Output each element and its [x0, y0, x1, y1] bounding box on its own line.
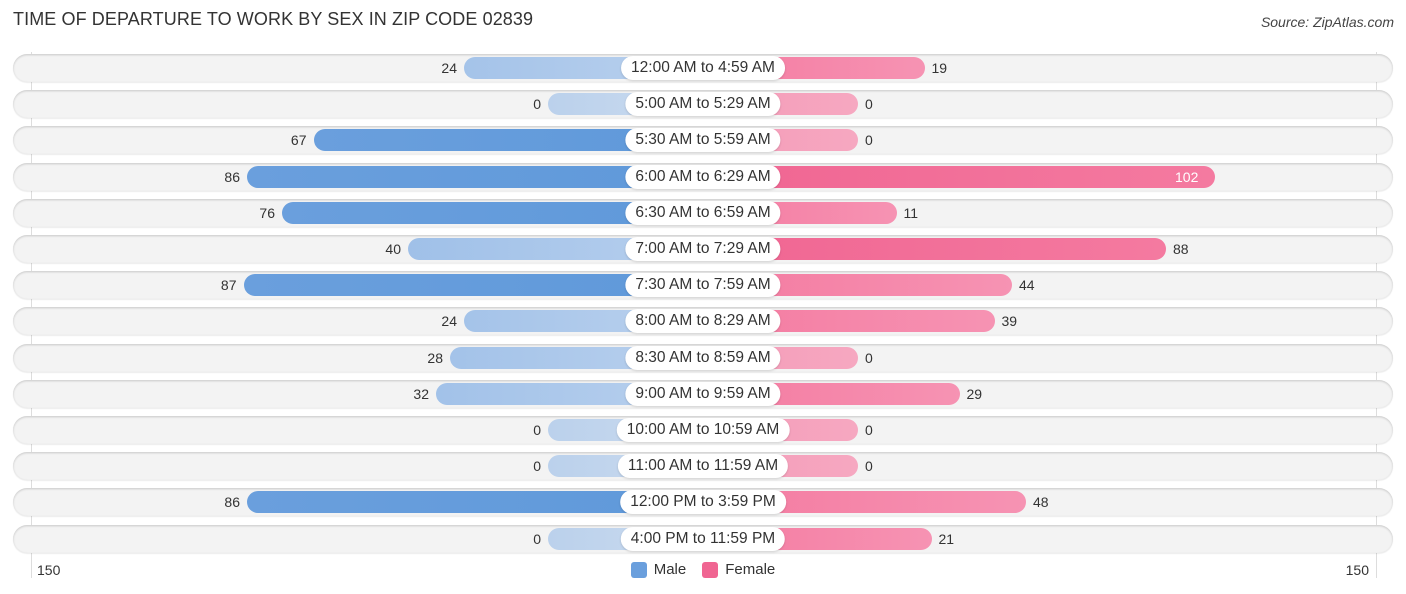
category-label: 8:00 AM to 8:29 AM — [625, 309, 781, 334]
legend-label-female: Female — [725, 561, 776, 578]
category-label: 4:00 PM to 11:59 PM — [620, 526, 786, 551]
value-label-female: 48 — [1033, 494, 1049, 511]
value-label-male: 32 — [413, 385, 429, 402]
category-label: 10:00 AM to 10:59 AM — [616, 418, 790, 442]
value-label-female: 0 — [865, 96, 873, 113]
legend-swatch-male — [630, 561, 647, 578]
category-label: 7:30 AM to 7:59 AM — [625, 273, 781, 298]
category-label: 7:00 AM to 7:29 AM — [625, 237, 781, 261]
category-label: 9:00 AM to 9:59 AM — [625, 381, 781, 406]
category-label: 6:00 AM to 6:29 AM — [625, 164, 781, 189]
legend: Male Female — [0, 561, 1406, 578]
legend-item-female[interactable]: Female — [702, 561, 775, 578]
chart-area: 24 19 12:00 AM to 4:59 AM 0 0 5:00 AM to 5:29… — [0, 0, 1406, 594]
value-label-female: 0 — [865, 422, 873, 438]
category-label: 11:00 AM to 11:59 AM — [617, 454, 789, 479]
value-label-female: 88 — [1173, 241, 1189, 257]
legend-label-male: Male — [653, 561, 687, 578]
value-label-male: 86 — [224, 494, 240, 511]
category-label: 12:00 AM to 4:59 AM — [621, 56, 785, 80]
value-label-female: 39 — [1001, 313, 1018, 330]
value-label-male: 40 — [385, 241, 401, 257]
value-label-male: 24 — [441, 60, 457, 76]
category-label: 6:30 AM to 6:59 AM — [625, 200, 781, 225]
category-label: 5:00 AM to 5:29 AM — [625, 92, 781, 117]
legend-swatch-female — [702, 561, 719, 578]
category-label: 8:30 AM to 8:59 AM — [625, 345, 781, 370]
category-label: 5:30 AM to 5:59 AM — [625, 128, 781, 153]
value-label-male: 0 — [533, 458, 541, 475]
value-label-male: 28 — [427, 349, 443, 366]
value-label-male: 24 — [441, 313, 457, 330]
value-label-female: 29 — [966, 385, 983, 402]
value-label-female: 19 — [931, 60, 948, 76]
legend-item-male[interactable]: Male — [630, 561, 687, 578]
value-label-female: 44 — [1019, 277, 1035, 294]
value-label-female: 0 — [865, 132, 873, 149]
value-label-male: 0 — [533, 96, 541, 113]
value-label-male: 76 — [259, 204, 275, 221]
value-label-male: 67 — [290, 132, 307, 149]
value-label-female: 102 — [1175, 168, 1199, 185]
value-label-male: 86 — [224, 168, 240, 185]
value-label-female: 11 — [903, 204, 919, 221]
value-label-male: 0 — [533, 530, 541, 547]
value-label-female: 0 — [865, 458, 873, 475]
category-label: 12:00 PM to 3:59 PM — [620, 490, 786, 515]
value-label-male: 0 — [533, 422, 541, 438]
value-label-female: 0 — [865, 349, 873, 366]
value-label-male: 87 — [220, 277, 237, 294]
value-label-female: 21 — [938, 530, 955, 547]
